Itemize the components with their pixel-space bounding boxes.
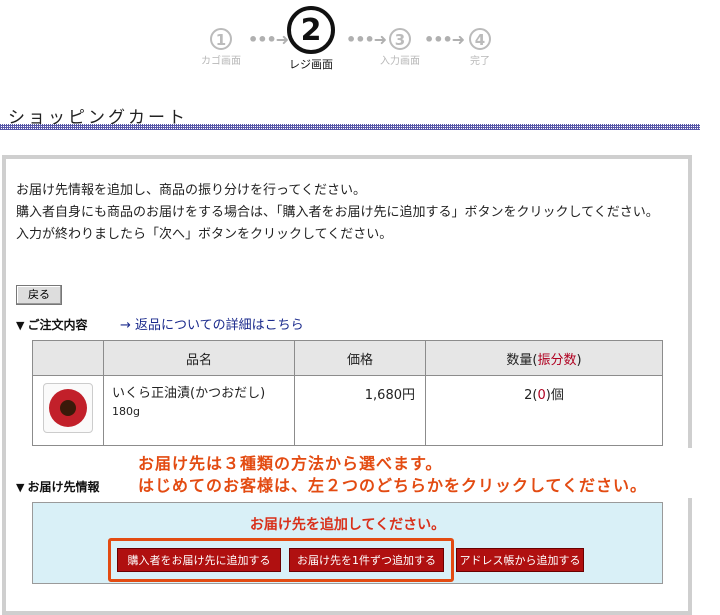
col-image <box>32 340 104 376</box>
instruction-line: 入力が終わりましたら「次へ」ボタンをクリックしてください。 <box>16 227 393 242</box>
delivery-heading: ▼ お届け先情報 <box>16 478 99 495</box>
product-image-cell <box>32 375 104 446</box>
instruction-line: 購入者自身にも商品のお届けをする場合は、「購入者をお届け先に追加する」ボタンをク… <box>16 205 659 220</box>
step-label: レジ画面 <box>289 58 333 71</box>
allocated-qty: 0 <box>537 388 546 403</box>
address-book-button[interactable]: アドレス帳から追加する <box>456 548 584 572</box>
allocation-link[interactable]: 振分数 <box>537 353 576 368</box>
product-qty: 2 <box>524 388 533 403</box>
add-purchaser-button[interactable]: 購入者をお届け先に追加する <box>117 548 281 572</box>
qty-header-close: ) <box>576 352 582 368</box>
product-name-cell: いくら正油漬(かつおだし) 180g <box>103 375 295 446</box>
product-name: いくら正油漬(かつおだし) <box>112 386 266 401</box>
back-button[interactable]: 戻る <box>16 285 62 305</box>
product-image <box>43 383 93 433</box>
step-number: 2 <box>287 6 335 54</box>
step-number: 1 <box>210 28 232 50</box>
annotation-line: お届け先は３種類の方法から選べます。 <box>138 454 443 473</box>
step-cart: 1 カゴ画面 <box>196 28 246 67</box>
step-number: 3 <box>389 28 411 50</box>
order-heading-label: ご注文内容 <box>27 318 88 332</box>
step-label: 入力画面 <box>380 56 420 67</box>
order-heading: ▼ ご注文内容 <box>16 316 87 333</box>
order-table: 品名 価格 数量(振分数) いくら正油漬(かつおだし) 180g 1,680円 … <box>32 340 663 446</box>
triangle-down-icon: ▼ <box>16 319 25 332</box>
product-price: 1,680円 <box>294 375 426 446</box>
qty-unit: 個 <box>550 388 564 403</box>
table-header-row: 品名 価格 数量(振分数) <box>32 340 663 376</box>
annotation-line: はじめてのお客様は、左２つのどちらかをクリックしてください。 <box>138 476 648 495</box>
returns-link[interactable]: → 返品についての詳細はこちら <box>120 314 304 333</box>
annotation-callout: お届け先は３種類の方法から選べます。 はじめてのお客様は、左２つのどちらかをクリ… <box>136 448 701 498</box>
step-input: 3 入力画面 <box>370 28 430 67</box>
col-price: 価格 <box>294 340 426 376</box>
checkout-steps: 1 カゴ画面 •••➜ 2 レジ画面 •••➜ 3 入力画面 •••➜ 4 完了 <box>0 0 720 80</box>
step-register: 2 レジ画面 <box>280 6 342 72</box>
col-name: 品名 <box>103 340 295 376</box>
add-recipient-button[interactable]: お届け先を1件ずつ追加する <box>289 548 444 572</box>
instructions: お届け先情報を追加し、商品の振り分けを行ってください。 購入者自身にも商品のお届… <box>16 180 686 246</box>
product-qty-cell: 2(0)個 <box>425 375 663 446</box>
instruction-line: お届け先情報を追加し、商品の振り分けを行ってください。 <box>16 183 366 198</box>
step-complete: 4 完了 <box>455 28 505 67</box>
delivery-heading-label: お届け先情報 <box>27 480 100 494</box>
product-weight: 180g <box>112 405 140 418</box>
step-label: 完了 <box>470 56 490 67</box>
qty-header-label: 数量( <box>506 352 538 368</box>
table-row: いくら正油漬(かつおだし) 180g 1,680円 2(0)個 <box>32 375 663 446</box>
delivery-message: お届け先を追加してください。 <box>249 517 446 533</box>
step-label: カゴ画面 <box>201 56 241 67</box>
col-qty: 数量(振分数) <box>425 340 663 376</box>
triangle-down-icon: ▼ <box>16 481 25 494</box>
title-divider <box>0 124 700 130</box>
step-number: 4 <box>469 28 491 50</box>
